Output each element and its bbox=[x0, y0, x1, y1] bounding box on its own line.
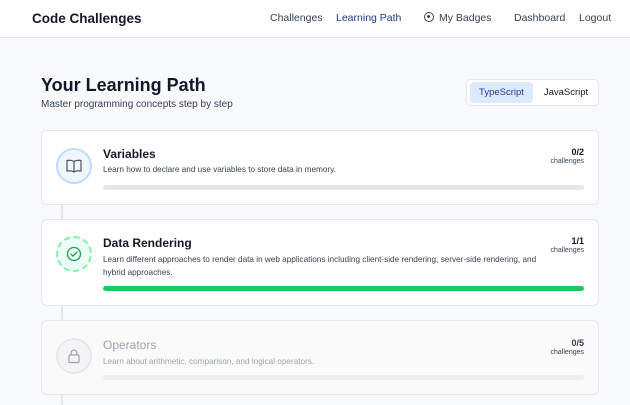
module-card-operators: Operators Learn about arithmetic, compar… bbox=[41, 320, 599, 395]
module-title: Data Rendering bbox=[103, 236, 192, 250]
module-title: Variables bbox=[103, 147, 156, 161]
nav-link-learning-path[interactable]: Learning Path bbox=[336, 12, 401, 24]
module-card-variables[interactable]: Variables Learn how to declare and use v… bbox=[41, 130, 599, 205]
lock-icon bbox=[56, 338, 92, 374]
nav-link-my-badges[interactable]: My Badges bbox=[439, 12, 492, 24]
nav-link-challenges[interactable]: Challenges bbox=[270, 12, 323, 24]
module-description: Learn how to declare and use variables t… bbox=[103, 165, 336, 174]
language-toggle: TypeScript JavaScript bbox=[466, 79, 599, 106]
module-challenge-count: 0/2 bbox=[571, 147, 584, 157]
module-description: Learn different approaches to render dat… bbox=[103, 255, 537, 277]
module-progress-bar bbox=[103, 185, 584, 190]
javascript-toggle-button[interactable]: JavaScript bbox=[535, 82, 597, 103]
module-challenge-count: 0/5 bbox=[571, 338, 584, 348]
navbar: Code Challenges Challenges Learning Path… bbox=[0, 0, 630, 38]
nav-link-logout[interactable]: Logout bbox=[579, 12, 611, 24]
module-progress-bar bbox=[103, 286, 584, 291]
module-challenge-label: challenges bbox=[550, 247, 584, 254]
nav-link-dashboard[interactable]: Dashboard bbox=[514, 12, 565, 24]
badge-target-icon bbox=[424, 12, 434, 22]
module-challenge-label: challenges bbox=[550, 158, 584, 165]
brand-logo[interactable]: Code Challenges bbox=[32, 11, 142, 26]
module-title: Operators bbox=[103, 338, 157, 352]
module-description: Learn about arithmetic, comparison, and … bbox=[103, 357, 315, 366]
page-subtitle: Master programming concepts step by step bbox=[41, 99, 233, 110]
progress-fill bbox=[103, 286, 584, 291]
page-title: Your Learning Path bbox=[41, 75, 206, 95]
typescript-toggle-button[interactable]: TypeScript bbox=[470, 82, 533, 103]
module-card-data-rendering[interactable]: Data Rendering Learn different approache… bbox=[41, 219, 599, 306]
module-challenge-count: 1/1 bbox=[571, 236, 584, 246]
module-progress-bar bbox=[103, 375, 584, 380]
book-icon bbox=[56, 148, 92, 184]
module-challenge-label: challenges bbox=[550, 349, 584, 356]
check-circle-icon bbox=[56, 236, 92, 272]
